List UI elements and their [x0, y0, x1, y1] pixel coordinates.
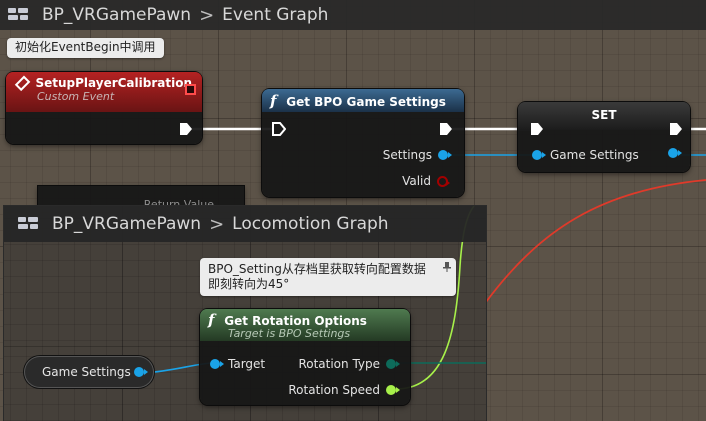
event-diamond-icon — [14, 75, 31, 91]
rotation-comment-line1: BPO_Setting从存档里获取转向配置数据 — [208, 262, 426, 276]
custom-event-subtitle: Custom Event — [37, 90, 115, 103]
float-pin-icon — [386, 385, 400, 395]
get-rotation-options-node[interactable]: f Get Rotation Options Target is BPO Set… — [200, 309, 410, 405]
get-rotation-options-header: f Get Rotation Options Target is BPO Set… — [200, 309, 410, 341]
get-settings-exec-in-pin[interactable] — [272, 122, 287, 139]
pin-comment-icon[interactable] — [442, 262, 452, 272]
game-settings-variable-node[interactable]: Game Settings — [24, 356, 154, 388]
get-bpo-game-settings-title: Get BPO Game Settings — [286, 95, 446, 109]
rotation-comment-bubble[interactable]: BPO_Setting从存档里获取转向配置数据 即刻转向为45° — [200, 258, 456, 296]
custom-event-node[interactable]: SetupPlayerCalibration Custom Event — [6, 72, 202, 144]
valid-output-pin[interactable]: Valid — [402, 174, 450, 188]
get-rotation-options-subtitle: Target is BPO Settings — [228, 327, 351, 340]
object-pin-icon — [438, 150, 452, 160]
blueprint-graph-icon — [8, 8, 28, 22]
event-graph-titlebar: BP_VRGamePawn > Event Graph — [0, 0, 706, 30]
game-settings-var-label: Game Settings — [42, 365, 131, 379]
set-game-settings-input-pin[interactable]: Game Settings — [532, 148, 639, 162]
set-game-settings-label: Game Settings — [550, 148, 639, 162]
delegate-pin-icon[interactable] — [185, 84, 196, 95]
rotation-target-input-pin[interactable]: Target — [210, 357, 265, 371]
loc-breadcrumb-blueprint[interactable]: BP_VRGamePawn — [52, 214, 201, 234]
set-exec-out-pin[interactable] — [669, 122, 683, 139]
breadcrumb-separator: > — [199, 4, 215, 26]
set-node-title: SET — [591, 108, 617, 122]
event-comment-bubble[interactable]: 初始化EventBegin中调用 — [7, 38, 164, 58]
rotation-speed-output-pin[interactable]: Rotation Speed — [288, 383, 400, 397]
object-pin-icon — [668, 148, 682, 158]
loc-breadcrumb-separator: > — [209, 213, 225, 235]
loc-breadcrumb-graph[interactable]: Locomotion Graph — [232, 214, 388, 234]
locomotion-graph-titlebar: BP_VRGamePawn > Locomotion Graph — [4, 206, 486, 242]
object-pin-icon — [532, 150, 546, 160]
bool-pin-icon — [437, 175, 450, 187]
settings-pin-label: Settings — [382, 148, 432, 162]
rotation-type-output-pin[interactable]: Rotation Type — [298, 357, 400, 371]
red-wire — [485, 179, 706, 303]
set-game-settings-output-pin[interactable] — [668, 148, 682, 158]
blueprint-graph-icon — [18, 217, 38, 231]
function-icon: f — [270, 92, 277, 110]
custom-event-header: SetupPlayerCalibration Custom Event — [6, 72, 202, 112]
breadcrumb-graph[interactable]: Event Graph — [222, 5, 328, 25]
enum-pin-icon — [386, 359, 400, 369]
set-exec-in-pin[interactable] — [530, 122, 544, 139]
get-settings-exec-out-pin[interactable] — [439, 122, 453, 139]
breadcrumb-blueprint[interactable]: BP_VRGamePawn — [42, 5, 191, 25]
get-bpo-game-settings-header: f Get BPO Game Settings — [262, 89, 464, 112]
valid-pin-label: Valid — [402, 174, 431, 188]
locomotion-graph-panel[interactable]: BP_VRGamePawn > Locomotion Graph BPO_Set… — [4, 206, 486, 421]
event-exec-out-pin[interactable] — [179, 122, 193, 139]
rotation-target-label: Target — [228, 357, 266, 371]
object-pin-icon — [210, 359, 224, 369]
settings-output-pin[interactable]: Settings — [382, 148, 452, 162]
rotation-type-label: Rotation Type — [298, 357, 380, 371]
event-comment-text: 初始化EventBegin中调用 — [15, 40, 156, 54]
object-pin-icon[interactable] — [134, 367, 148, 377]
custom-event-title: SetupPlayerCalibration — [35, 76, 192, 90]
rotation-comment-line2: 即刻转向为45° — [208, 277, 290, 291]
get-bpo-game-settings-node[interactable]: f Get BPO Game Settings Settings Valid — [262, 89, 464, 197]
set-variable-node[interactable]: SET Game Settings — [518, 102, 690, 172]
get-rotation-options-title: Get Rotation Options — [224, 314, 367, 328]
rotation-speed-label: Rotation Speed — [288, 383, 380, 397]
function-icon: f — [208, 311, 215, 329]
